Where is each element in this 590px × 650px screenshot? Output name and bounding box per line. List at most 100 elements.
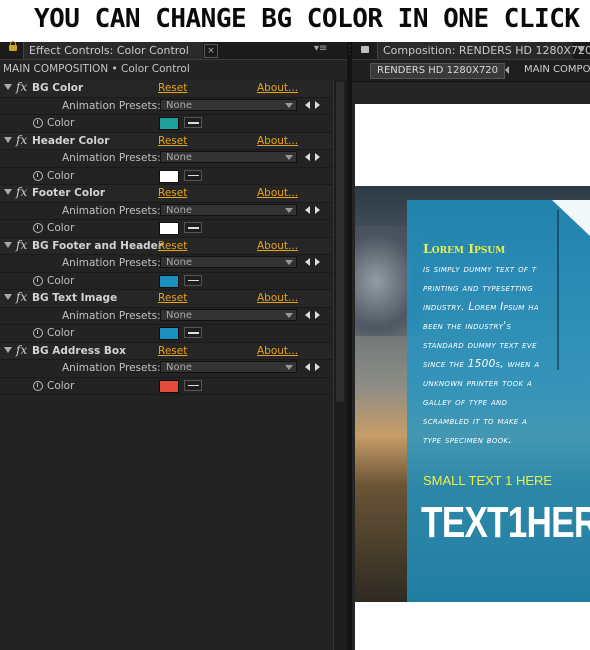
color-swatch[interactable] bbox=[159, 327, 179, 340]
prev-preset-icon[interactable] bbox=[305, 100, 310, 109]
tab-close-button[interactable]: × bbox=[204, 44, 218, 58]
presets-dropdown[interactable]: None bbox=[160, 308, 297, 321]
lock-icon[interactable] bbox=[9, 41, 17, 51]
eyedropper-icon[interactable] bbox=[184, 327, 202, 338]
effect-name: BG Color bbox=[32, 82, 84, 94]
twirl-down-icon[interactable] bbox=[4, 136, 12, 143]
eyedropper-icon[interactable] bbox=[184, 169, 202, 181]
vertical-scrollbar[interactable] bbox=[333, 80, 347, 650]
stopwatch-icon[interactable] bbox=[33, 170, 43, 181]
presets-row: Animation Presets: None bbox=[0, 308, 332, 325]
prev-preset-icon[interactable] bbox=[305, 310, 310, 319]
next-preset-icon[interactable] bbox=[315, 310, 320, 319]
chevron-left-icon[interactable] bbox=[505, 66, 509, 74]
next-preset-icon[interactable] bbox=[315, 205, 320, 214]
stopwatch-icon[interactable] bbox=[33, 380, 43, 391]
fx-icon[interactable]: fx bbox=[16, 133, 27, 148]
composition-icon bbox=[361, 46, 369, 53]
presets-row: Animation Presets: None bbox=[0, 360, 332, 378]
tab-effect-controls[interactable]: Effect Controls: Color Control bbox=[23, 42, 203, 59]
color-swatch[interactable] bbox=[159, 222, 179, 235]
scrollbar-thumb[interactable] bbox=[336, 82, 344, 402]
effect-header-row[interactable]: fx BG Address Box Reset About... bbox=[0, 342, 332, 360]
reset-button[interactable]: Reset bbox=[158, 343, 187, 359]
tab-menu-icon[interactable] bbox=[577, 46, 585, 52]
banner-text: YOU CAN CHANGE BG COLOR IN ONE CLICK bbox=[34, 4, 580, 34]
prev-preset-icon[interactable] bbox=[305, 363, 310, 371]
fx-icon[interactable]: fx bbox=[16, 290, 27, 305]
presets-row: Animation Presets: None bbox=[0, 203, 332, 220]
eyedropper-icon[interactable] bbox=[184, 222, 202, 233]
effect-name: BG Text Image bbox=[32, 292, 118, 304]
stopwatch-icon[interactable] bbox=[33, 223, 43, 233]
fx-icon[interactable]: fx bbox=[16, 80, 27, 95]
effect-header-row[interactable]: fx BG Text Image Reset About... bbox=[0, 290, 332, 308]
about-link[interactable]: About... bbox=[257, 80, 298, 96]
effect-name: Header Color bbox=[32, 134, 110, 147]
body-line: been the industry's bbox=[423, 320, 512, 332]
preview-body-text: is simply dummy text of t printing and ty… bbox=[423, 260, 590, 450]
about-link[interactable]: About... bbox=[257, 185, 298, 201]
presets-dropdown[interactable]: None bbox=[160, 151, 297, 163]
reset-button[interactable]: Reset bbox=[158, 133, 187, 149]
presets-dropdown[interactable]: None bbox=[160, 361, 297, 373]
presets-dropdown[interactable]: None bbox=[160, 98, 297, 111]
effect-header-row[interactable]: fx Header Color Reset About... bbox=[0, 132, 332, 150]
presets-label: Animation Presets: bbox=[62, 257, 161, 269]
twirl-down-icon[interactable] bbox=[4, 241, 12, 248]
effect-header-row[interactable]: fx Footer Color Reset About... bbox=[0, 185, 332, 203]
twirl-down-icon[interactable] bbox=[4, 294, 12, 300]
composition-viewer[interactable]: Lorem Ipsum is simply dummy text of t pri… bbox=[355, 104, 590, 650]
effect-name: Footer Color bbox=[32, 187, 106, 199]
next-preset-icon[interactable] bbox=[315, 153, 320, 161]
composition-tabbar: Composition: RENDERS HD 1280X720 bbox=[352, 42, 590, 60]
color-swatch[interactable] bbox=[159, 117, 179, 130]
about-link[interactable]: About... bbox=[257, 133, 298, 149]
color-swatch[interactable] bbox=[159, 379, 179, 393]
twirl-down-icon[interactable] bbox=[4, 189, 12, 195]
about-link[interactable]: About... bbox=[257, 343, 298, 359]
eyedropper-icon[interactable] bbox=[184, 274, 202, 286]
effect-header-row[interactable]: fx BG Color Reset About... bbox=[0, 80, 332, 98]
about-link[interactable]: About... bbox=[257, 238, 298, 254]
stopwatch-icon[interactable] bbox=[33, 118, 43, 128]
prev-preset-icon[interactable] bbox=[305, 205, 310, 214]
fx-icon[interactable]: fx bbox=[16, 185, 27, 200]
color-swatch[interactable] bbox=[159, 274, 179, 288]
preview-title: Lorem Ipsum bbox=[423, 241, 506, 256]
color-row: Color bbox=[0, 168, 332, 185]
next-preset-icon[interactable] bbox=[315, 363, 320, 371]
comp-crumb-main[interactable]: MAIN COMPO bbox=[524, 64, 590, 75]
panel-menu-icon[interactable]: ▾≡ bbox=[314, 43, 327, 54]
stopwatch-icon[interactable] bbox=[33, 328, 43, 338]
eyedropper-icon[interactable] bbox=[184, 117, 202, 128]
twirl-down-icon[interactable] bbox=[4, 84, 12, 90]
reset-button[interactable]: Reset bbox=[158, 238, 187, 254]
about-link[interactable]: About... bbox=[257, 290, 298, 306]
effect-header-row[interactable]: fx BG Footer and Header Reset About... bbox=[0, 237, 332, 255]
fx-icon[interactable]: fx bbox=[16, 238, 27, 253]
presets-row: Animation Presets: None bbox=[0, 255, 332, 273]
reset-button[interactable]: Reset bbox=[158, 80, 187, 96]
next-preset-icon[interactable] bbox=[315, 258, 320, 266]
stopwatch-icon[interactable] bbox=[33, 275, 43, 286]
color-swatch[interactable] bbox=[159, 169, 179, 183]
body-line: is simply dummy text of t bbox=[423, 263, 537, 275]
prev-preset-icon[interactable] bbox=[305, 153, 310, 161]
next-preset-icon[interactable] bbox=[315, 100, 320, 109]
presets-dropdown[interactable]: None bbox=[160, 256, 297, 268]
prev-preset-icon[interactable] bbox=[305, 258, 310, 266]
twirl-down-icon[interactable] bbox=[4, 346, 12, 353]
color-row: Color bbox=[0, 273, 332, 290]
effect-controls-panel: Effect Controls: Color Control × ▾≡ MAIN… bbox=[0, 41, 347, 650]
tab-composition[interactable]: Composition: RENDERS HD 1280X720 bbox=[377, 42, 590, 59]
fx-icon[interactable]: fx bbox=[16, 343, 27, 358]
color-row: Color bbox=[0, 220, 332, 238]
eyedropper-icon[interactable] bbox=[184, 379, 202, 391]
reset-button[interactable]: Reset bbox=[158, 290, 187, 306]
presets-dropdown[interactable]: None bbox=[160, 203, 297, 216]
body-line: scrambled it to make a bbox=[423, 415, 528, 427]
reset-button[interactable]: Reset bbox=[158, 185, 187, 201]
presets-row: Animation Presets: None bbox=[0, 150, 332, 168]
comp-crumb-renders[interactable]: RENDERS HD 1280X720 bbox=[370, 63, 506, 79]
